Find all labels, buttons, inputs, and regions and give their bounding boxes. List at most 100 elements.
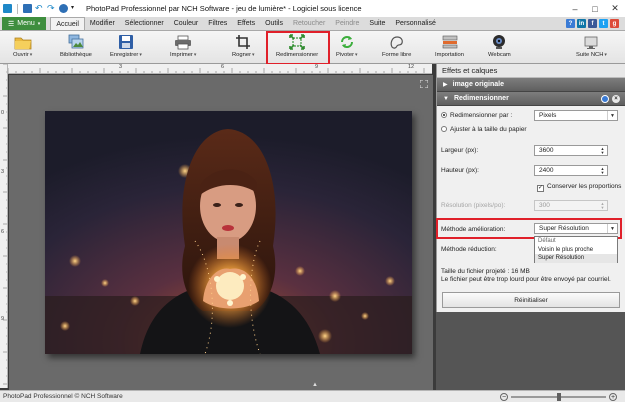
ribbon-tabs: ☰ Menu ▾ Accueil Modifier Sélectionner C…	[0, 17, 625, 31]
tab-peindre[interactable]: Peindre	[330, 17, 364, 30]
app-icon	[3, 4, 12, 13]
free-shape-button[interactable]: Forme libre	[382, 33, 411, 58]
resolution-label: Résolution (pixels/po):	[441, 202, 506, 209]
open-button[interactable]: Ouvrir▾	[13, 33, 32, 58]
height-label: Hauteur (px):	[441, 167, 479, 174]
separator	[17, 3, 18, 14]
import-button[interactable]: Importation	[435, 33, 464, 58]
option-super-resolution[interactable]: Super Résolution	[535, 254, 617, 263]
library-icon	[68, 34, 84, 49]
hamburger-icon: ☰	[8, 20, 15, 28]
ruler-label: 3	[119, 64, 123, 70]
downscale-method-label: Méthode réduction:	[441, 246, 497, 253]
tab-personnalise[interactable]: Personnalisé	[390, 17, 440, 30]
twitter-icon[interactable]: t	[599, 19, 608, 28]
dropdown-icon[interactable]: ▾	[71, 4, 80, 13]
close-button[interactable]: ✕	[605, 0, 625, 17]
section-original-image[interactable]: ▶ image originale	[437, 78, 625, 92]
save-button[interactable]: Enregistrer▾	[110, 33, 142, 58]
option-nearest-neighbor[interactable]: Voisin le plus proche	[535, 246, 617, 255]
social-links: ? in f t g	[566, 19, 619, 28]
tab-selectionner[interactable]: Sélectionner	[120, 17, 169, 30]
google-icon[interactable]: g	[610, 19, 619, 28]
tab-effets[interactable]: Effets	[232, 17, 260, 30]
facebook-icon[interactable]: f	[588, 19, 597, 28]
crop-icon	[236, 35, 251, 49]
resize-by-select[interactable]: Pixels ▼	[534, 110, 618, 121]
library-button[interactable]: Bibliothèque	[60, 33, 92, 58]
chevron-down-icon: ▾	[37, 20, 41, 27]
left-ruler: 0 3 6 9	[0, 64, 8, 388]
spinner-icon[interactable]: ▲ ▼	[598, 201, 607, 210]
close-section-icon[interactable]: ×	[612, 94, 620, 103]
top-ruler: 3 6 9 12	[8, 64, 432, 74]
import-icon	[442, 35, 457, 49]
print-button[interactable]: Imprimer▾	[170, 33, 196, 58]
section-resize[interactable]: ▼ Redimensionner ×	[437, 92, 625, 106]
zoom-control: − +	[500, 393, 617, 401]
menu-label: Menu	[17, 20, 35, 27]
printer-icon	[175, 35, 192, 49]
tab-suite[interactable]: Suite	[364, 17, 390, 30]
undo-icon[interactable]: ↶	[35, 4, 44, 13]
zoom-slider[interactable]	[511, 393, 606, 401]
fullscreen-icon[interactable]	[420, 80, 428, 88]
webcam-icon	[493, 35, 506, 49]
tab-retoucher[interactable]: Retoucher	[288, 17, 330, 30]
ruler-label: 0	[1, 110, 5, 116]
zoom-slider-thumb[interactable]	[556, 393, 561, 401]
help-icon[interactable]	[601, 94, 609, 103]
redo-icon[interactable]: ↷	[47, 4, 56, 13]
collapse-arrow-icon: ▼	[443, 95, 449, 102]
resize-by-option[interactable]: Redimensionner par :	[441, 112, 512, 119]
height-input[interactable]: 2400 ▲ ▼	[534, 165, 608, 176]
zoom-out-icon[interactable]: −	[500, 393, 508, 401]
status-text: PhotoPad Professionnel © NCH Software	[3, 393, 123, 400]
minimize-button[interactable]: –	[565, 0, 585, 17]
tab-modifier[interactable]: Modifier	[85, 17, 120, 30]
linkedin-icon[interactable]: in	[577, 19, 586, 28]
tab-accueil[interactable]: Accueil	[50, 17, 85, 30]
info-icon[interactable]	[59, 4, 68, 13]
spinner-icon[interactable]: ▲ ▼	[598, 146, 607, 155]
zoom-in-icon[interactable]: +	[609, 393, 617, 401]
crop-button[interactable]: Rogner▾	[232, 33, 255, 58]
webcam-button[interactable]: Webcam	[488, 33, 511, 58]
file-size-text: Taille du fichier projeté : 16 MB	[441, 268, 530, 275]
panel-empty-area	[436, 312, 625, 390]
rotate-icon	[340, 36, 353, 48]
keep-ratio-option[interactable]: ✓ Conserver les proportions	[537, 183, 621, 192]
resize-highlight-frame	[266, 31, 330, 65]
rotate-button[interactable]: Pivoter▾	[336, 33, 358, 58]
collapse-up-icon[interactable]: ▲	[312, 382, 318, 388]
radio-resize-by[interactable]	[441, 112, 447, 118]
chevron-down-icon: ▼	[607, 111, 617, 120]
ruler-label: 6	[1, 229, 5, 235]
upscale-method-options: Défaut Voisin le plus proche Super Résol…	[534, 236, 618, 263]
ruler-label: 6	[221, 64, 225, 70]
maximize-button[interactable]: □	[585, 0, 605, 17]
tab-couleur[interactable]: Couleur	[169, 17, 204, 30]
reset-button[interactable]: Réinitialiser	[442, 292, 620, 308]
checkbox-keep-ratio[interactable]: ✓	[537, 185, 544, 192]
expand-arrow-icon: ▶	[443, 82, 448, 88]
spinner-icon[interactable]: ▲ ▼	[598, 166, 607, 175]
tab-filtres[interactable]: Filtres	[203, 17, 232, 30]
width-label: Largeur (px):	[441, 147, 479, 154]
canvas-bottom-bar: ▲	[9, 382, 433, 390]
fit-paper-option[interactable]: Ajuster à la taille du papier	[441, 126, 527, 133]
tab-outils[interactable]: Outils	[260, 17, 288, 30]
window-title: PhotoPad Professionnel par NCH Software …	[86, 4, 362, 13]
nch-suite-button[interactable]: Suite NCH▾	[576, 33, 607, 58]
option-default[interactable]: Défaut	[535, 237, 617, 246]
help-icon[interactable]: ?	[566, 19, 575, 28]
ruler-label: 12	[408, 64, 415, 70]
menu-button[interactable]: ☰ Menu ▾	[2, 17, 47, 30]
open-folder-icon	[14, 37, 32, 49]
save-icon[interactable]	[23, 4, 32, 13]
resolution-input[interactable]: 300 ▲ ▼	[534, 200, 608, 211]
ruler-label: 9	[1, 316, 5, 322]
width-input[interactable]: 3600 ▲ ▼	[534, 145, 608, 156]
radio-fit-paper[interactable]	[441, 126, 447, 132]
floppy-icon	[118, 35, 133, 49]
